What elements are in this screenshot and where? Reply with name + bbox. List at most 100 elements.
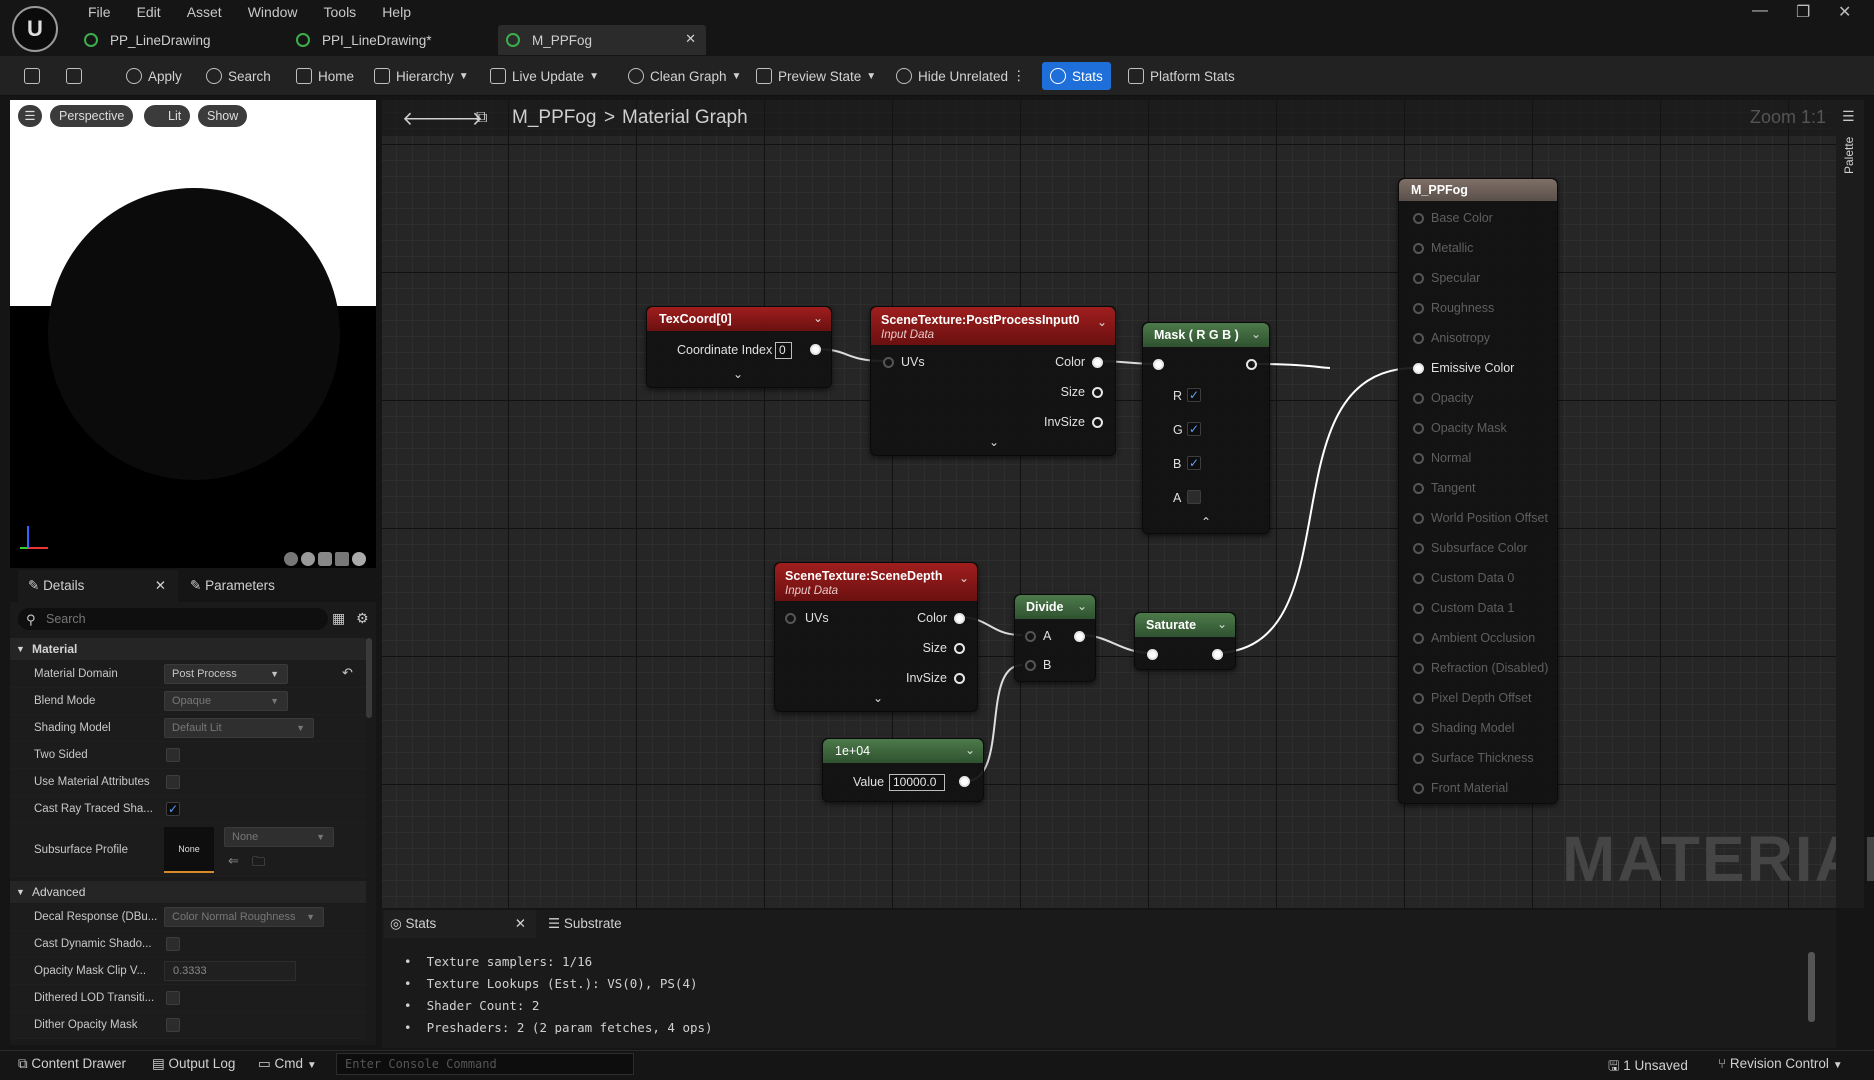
breadcrumb-leaf[interactable]: Material Graph [622,107,748,129]
content-drawer-button[interactable]: ⧉ Content Drawer [18,1056,126,1072]
output-pin-invsize[interactable] [954,673,965,684]
expand-node-icon[interactable]: ⌄ [873,691,883,705]
input-pin[interactable] [1413,603,1424,614]
channel-b-checkbox[interactable]: ✓ [1187,456,1201,470]
platform-stats-button[interactable]: Platform Stats [1128,64,1235,88]
input-pin[interactable] [1413,333,1424,344]
menu-asset[interactable]: Asset [174,3,235,21]
revision-control-button[interactable]: ⑂ Revision Control ▼ [1718,1056,1843,1071]
cast-ray-traced-checkbox[interactable]: ✓ [166,802,180,816]
output-pin[interactable] [1074,631,1085,642]
reset-to-default-icon[interactable]: ↶ [342,665,353,681]
dithered-lod-checkbox[interactable] [166,991,180,1005]
use-selected-asset-icon[interactable]: ⇐ [228,853,239,869]
chevron-down-icon[interactable]: ⌄ [959,571,969,585]
gear-icon[interactable]: ⚙ [356,610,369,627]
node-saturate[interactable]: Saturate ⌄ [1134,612,1236,670]
input-pin[interactable] [1413,753,1424,764]
close-tab-icon[interactable]: ✕ [685,31,696,47]
menu-window[interactable]: Window [235,3,311,21]
input-pin-a[interactable] [1025,631,1036,642]
material-graph-canvas[interactable] [382,100,1836,908]
subsurface-profile-thumbnail[interactable]: None [164,827,214,873]
palette-menu-icon[interactable]: ☰ [1842,108,1855,125]
cube-icon[interactable] [335,552,349,566]
expand-node-icon[interactable]: ⌄ [989,435,999,449]
chevron-down-icon[interactable]: ⌄ [1251,327,1261,341]
input-pin[interactable] [1413,213,1424,224]
output-pin[interactable] [959,776,970,787]
table-view-icon[interactable]: ▦ [332,610,345,627]
input-pin[interactable] [1413,663,1424,674]
node-material-result[interactable]: M_PPFog Base Color Metallic Specular Roughn… [1398,178,1558,804]
palette-strip[interactable] [1836,100,1864,908]
input-pin[interactable] [1413,303,1424,314]
material-domain-dropdown[interactable]: Post Process ▼ [164,664,288,684]
input-pin[interactable] [1413,633,1424,644]
home-button[interactable]: Home [296,64,354,88]
output-pin[interactable] [810,344,821,355]
lit-button[interactable]: Lit [144,105,191,127]
input-pin[interactable] [1413,693,1424,704]
node-constant[interactable]: 1e+04 ⌄ Value 10000.0 [822,738,984,802]
minimize-icon[interactable]: — [1752,2,1768,20]
close-window-icon[interactable]: ✕ [1838,2,1851,22]
output-pin-size[interactable] [1092,387,1103,398]
details-search-input[interactable]: Search [18,608,328,630]
input-pin[interactable] [1147,649,1158,660]
menu-file[interactable]: File [75,3,124,21]
tab-m-ppfog[interactable]: M_PPFog ✕ [498,25,706,55]
tab-ppi-linedrawing[interactable]: PPI_LineDrawing* [288,25,488,55]
tab-parameters[interactable]: ✎ Parameters [180,570,275,602]
input-pin[interactable] [1413,423,1424,434]
input-pin[interactable] [1413,393,1424,404]
input-pin-uvs[interactable] [785,613,796,624]
shading-model-dropdown[interactable]: Default Lit ▼ [164,718,314,738]
input-pin[interactable] [1413,723,1424,734]
chevron-down-icon[interactable]: ⌄ [965,743,975,757]
output-pin-color[interactable] [1092,357,1103,368]
browse-asset-icon[interactable]: 🗀 [252,853,265,875]
restore-icon[interactable]: ❐ [1796,2,1810,22]
input-pin-b[interactable] [1025,660,1036,671]
constant-value-input[interactable]: 10000.0 [889,774,945,791]
node-scenetexture-postprocess[interactable]: SceneTexture:PostProcessInput0 Input Data… [870,306,1116,456]
hide-unrelated-button[interactable]: Hide Unrelated [896,64,1008,88]
decal-response-dropdown[interactable]: Color Normal Roughness ▼ [164,907,324,927]
teapot-icon[interactable] [352,552,366,566]
details-scrollbar[interactable] [366,638,372,718]
input-pin[interactable] [1413,573,1424,584]
chevron-down-icon[interactable]: ⌄ [1097,315,1107,329]
channel-r-checkbox[interactable]: ✓ [1187,388,1201,402]
more-options-icon[interactable]: ⋮ [1012,64,1026,88]
node-mask-rgb[interactable]: Mask ( R G B ) ⌄ R ✓ G ✓ B ✓ A ⌃ [1142,322,1270,534]
clean-graph-button[interactable]: Clean Graph ▼ [628,64,741,88]
save-button[interactable] [24,64,46,88]
input-pin[interactable] [1413,483,1424,494]
tab-pp-linedrawing[interactable]: PP_LineDrawing [76,25,276,55]
subsurface-profile-dropdown[interactable]: None ▼ [224,827,334,847]
category-advanced[interactable]: ▼ Advanced [10,881,366,903]
stats-scrollbar[interactable] [1808,952,1815,1022]
browse-button[interactable] [66,64,88,88]
unsaved-button[interactable]: 🖫 1 Unsaved [1608,1056,1688,1079]
channel-g-checkbox[interactable]: ✓ [1187,422,1201,436]
console-input[interactable]: Enter Console Command [336,1053,634,1075]
input-pin[interactable] [1413,453,1424,464]
tab-details[interactable]: ✎ Details ✕ [18,570,178,602]
input-pin[interactable] [1413,363,1424,374]
unreal-logo[interactable]: U [12,6,58,52]
expand-node-icon[interactable]: ⌄ [733,367,743,381]
close-icon[interactable]: ✕ [155,570,166,602]
input-pin[interactable] [1413,273,1424,284]
menu-help[interactable]: Help [369,3,424,21]
collapse-node-icon[interactable]: ⌃ [1201,515,1211,529]
show-button[interactable]: Show [198,105,248,127]
chevron-down-icon[interactable]: ⌄ [1217,617,1227,631]
perspective-button[interactable]: Perspective [50,105,134,127]
sphere-icon[interactable] [301,552,315,566]
output-pin[interactable] [1246,359,1257,370]
cast-dynamic-shadow-checkbox[interactable] [166,937,180,951]
use-material-attributes-checkbox[interactable] [166,775,180,789]
output-pin[interactable] [1212,649,1223,660]
